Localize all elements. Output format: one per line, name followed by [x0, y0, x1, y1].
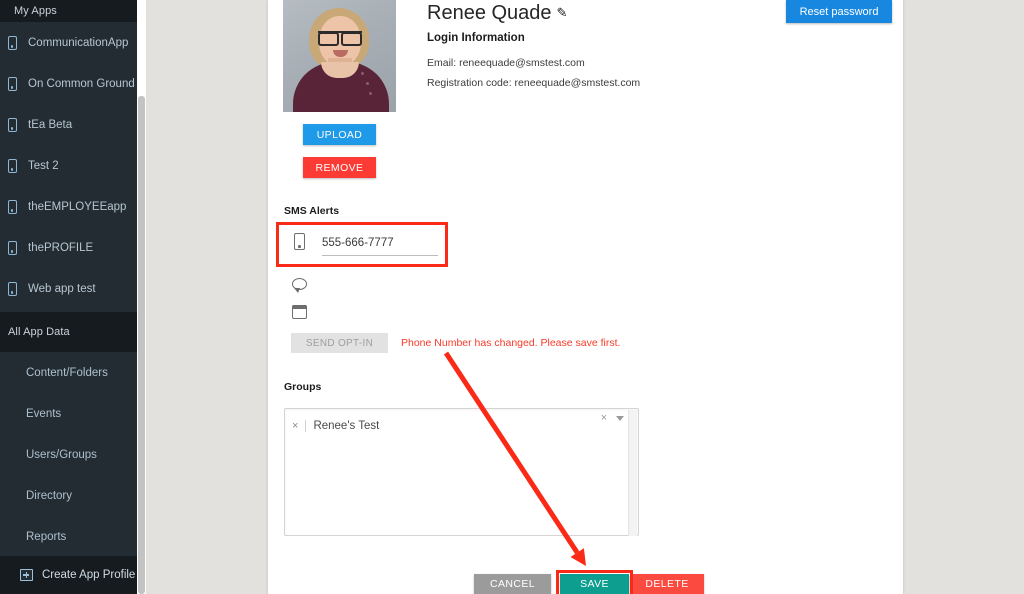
- sidebar-section-all-app-data-header: All App Data: [0, 312, 137, 352]
- sidebar-item-on-common-ground[interactable]: On Common Ground: [0, 63, 137, 104]
- speech-bubble-icon[interactable]: [292, 278, 307, 293]
- chevron-down-icon[interactable]: [616, 416, 624, 421]
- groups-multiselect[interactable]: × Renee's Test ×: [284, 408, 639, 536]
- sidebar-item-web-app-test[interactable]: Web app test: [0, 268, 137, 309]
- pencil-icon[interactable]: ✎: [557, 0, 568, 26]
- sidebar-item-users-groups[interactable]: Users/Groups: [0, 434, 137, 475]
- phone-change-warning: Phone Number has changed. Please save fi…: [401, 337, 621, 349]
- sidebar-item-content-folders[interactable]: Content/Folders: [0, 352, 137, 393]
- sidebar: My Apps CommunicationApp On Common Groun…: [0, 0, 137, 594]
- add-square-icon: [20, 569, 33, 581]
- sidebar-item-test-2[interactable]: Test 2: [0, 145, 137, 186]
- sidebar-item-tea-beta[interactable]: tEa Beta: [0, 104, 137, 145]
- phone-number-input[interactable]: [322, 230, 438, 256]
- sidebar-item-directory[interactable]: Directory: [0, 475, 137, 516]
- mobile-phone-icon: [294, 233, 305, 250]
- sidebar-item-label: thePROFILE: [28, 241, 94, 254]
- calendar-icon[interactable]: [291, 304, 308, 319]
- phone-icon: [8, 240, 17, 255]
- reset-password-button[interactable]: Reset password: [786, 0, 892, 23]
- profile-name-text: Renee Quade: [427, 2, 552, 24]
- upload-photo-button[interactable]: UPLOAD: [303, 124, 376, 145]
- avatar-button: [366, 82, 369, 85]
- clear-x-icon[interactable]: ×: [601, 412, 607, 424]
- sidebar-app-list: CommunicationApp On Common Ground tEa Be…: [0, 22, 137, 309]
- sidebar-scrollbar-thumb[interactable]: [138, 96, 145, 594]
- send-opt-in-button[interactable]: SEND OPT-IN: [291, 333, 388, 353]
- registration-code-text: Registration code: reneequade@smstest.co…: [427, 77, 641, 89]
- phone-icon: [8, 281, 17, 296]
- sidebar-item-label: theEMPLOYEEapp: [28, 200, 127, 213]
- sidebar-item-events[interactable]: Events: [0, 393, 137, 434]
- close-x-icon[interactable]: ×: [292, 420, 298, 432]
- page-title: Renee Quade ✎: [427, 0, 567, 26]
- group-chip: × Renee's Test: [285, 416, 638, 435]
- app-root: My Apps CommunicationApp On Common Groun…: [0, 0, 1024, 594]
- avatar: [283, 0, 396, 112]
- sidebar-item-theemployeeapp[interactable]: theEMPLOYEEapp: [0, 186, 137, 227]
- sidebar-item-label: Test 2: [28, 159, 59, 172]
- sidebar-data-list: Content/Folders Events Users/Groups Dire…: [0, 352, 137, 557]
- phone-icon: [8, 117, 17, 132]
- phone-icon: [8, 76, 17, 91]
- avatar-glasses: [318, 31, 362, 46]
- login-information-heading: Login Information: [427, 32, 525, 44]
- save-button[interactable]: SAVE: [560, 574, 629, 594]
- sidebar-item-theprofile[interactable]: thePROFILE: [0, 227, 137, 268]
- sidebar-item-communicationapp[interactable]: CommunicationApp: [0, 22, 137, 63]
- phone-icon: [8, 158, 17, 173]
- create-app-profile-label: Create App Profile: [42, 569, 136, 581]
- sidebar-section-my-apps-header: My Apps: [0, 0, 137, 22]
- sidebar-item-label: Web app test: [28, 282, 96, 295]
- sidebar-item-reports[interactable]: Reports: [0, 516, 137, 557]
- delete-button[interactable]: DELETE: [630, 574, 704, 594]
- avatar-button: [361, 72, 364, 75]
- phone-icon: [8, 199, 17, 214]
- phone-icon: [8, 35, 17, 50]
- sms-alerts-heading: SMS Alerts: [284, 205, 340, 217]
- phone-field-row: [290, 230, 440, 260]
- remove-photo-button[interactable]: REMOVE: [303, 157, 376, 178]
- sidebar-item-label: CommunicationApp: [28, 36, 129, 49]
- group-chip-label: Renee's Test: [305, 419, 379, 432]
- cancel-button[interactable]: CANCEL: [474, 574, 551, 594]
- create-app-profile-button[interactable]: Create App Profile: [0, 556, 137, 594]
- email-text: Email: reneequade@smstest.com: [427, 57, 585, 69]
- sidebar-item-label: tEa Beta: [28, 118, 73, 131]
- groups-heading: Groups: [284, 381, 322, 393]
- sidebar-item-label: On Common Ground: [28, 77, 135, 90]
- avatar-button: [369, 92, 372, 95]
